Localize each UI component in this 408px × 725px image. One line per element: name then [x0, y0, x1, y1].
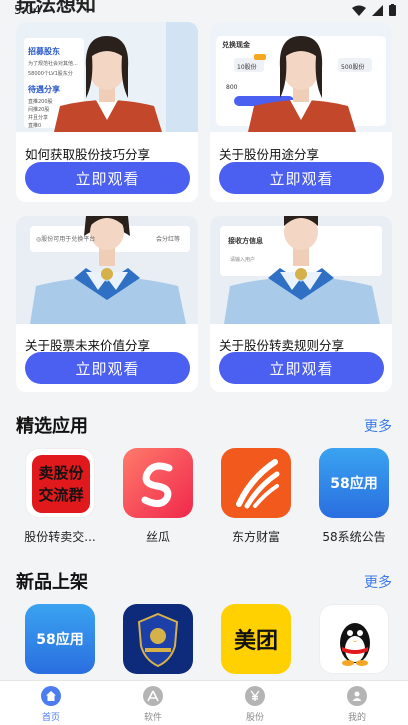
58-app-icon[interactable]: 58应用 — [25, 604, 95, 674]
app-item[interactable] — [110, 604, 206, 674]
app-item[interactable]: 美团 — [208, 604, 304, 674]
app-item[interactable]: 58应用 58系统公告 — [306, 448, 402, 545]
status-icons — [352, 4, 396, 16]
status-time: 5:04 — [14, 3, 41, 17]
icon-text: 卖股份 — [38, 464, 84, 482]
video-card[interactable]: 接收方信息 请输入用户 关于股份转卖规则分享 立即观看 — [210, 216, 392, 392]
wifi-icon — [352, 5, 366, 16]
status-bar: 5:04 — [0, 0, 408, 22]
tab-label: 软件 — [143, 713, 162, 723]
tab-home[interactable]: 首页 — [0, 681, 102, 725]
thumbnail-text: 待遇分享 — [28, 85, 60, 94]
tab-label: 我的 — [347, 713, 366, 723]
thumbnail-text: 直推0 — [28, 123, 42, 129]
signal-icon — [372, 4, 383, 16]
watch-now-button[interactable]: 立即观看 — [219, 352, 384, 384]
tab-label: 首页 — [41, 713, 60, 723]
video-thumbnail[interactable]: 接收方信息 请输入用户 — [210, 216, 392, 324]
bottom-tab-bar: 首页 软件 股份 我的 — [0, 680, 408, 725]
currency-icon — [245, 686, 265, 706]
video-title: 如何获取股份技巧分享 — [25, 147, 151, 162]
more-link[interactable]: 更多 — [364, 572, 392, 592]
watch-now-button[interactable]: 立即观看 — [219, 162, 384, 194]
app-name: 东方财富 — [231, 530, 280, 544]
app-name: 58系统公告 — [322, 530, 386, 544]
app-item[interactable]: 丝瓜 — [110, 448, 206, 545]
featured-section-header: 精选应用 更多 — [16, 412, 392, 438]
tab-profile[interactable]: 我的 — [306, 681, 408, 725]
video-thumbnail[interactable]: 兑换现金 10股份 500股份 800 — [210, 22, 392, 132]
thumbnail-text: 为了规范社会对其他... — [28, 61, 78, 67]
video-card[interactable]: ◎股份可用于兑换平台 会分红等 关于股票未来价值分享 立即观看 — [16, 216, 198, 392]
app-item[interactable] — [306, 604, 402, 674]
tab-label: 股份 — [245, 713, 264, 723]
app-item[interactable]: 卖股份 交流群 股份转卖交... — [12, 448, 108, 545]
thumbnail-text: 并且分享 — [28, 115, 49, 121]
sigua-icon[interactable] — [123, 448, 193, 518]
app-item[interactable]: 东方财富 — [208, 448, 304, 545]
thumbnail-text: 58000个LV1股东分 — [28, 71, 73, 77]
eastmoney-icon[interactable] — [221, 448, 291, 518]
tab-software[interactable]: 软件 — [102, 681, 204, 725]
thumbnail-text: 间推20股 — [28, 107, 50, 113]
tab-shares[interactable]: 股份 — [204, 681, 306, 725]
battery-icon — [389, 4, 396, 16]
thumbnail-text: 直推200股 — [28, 99, 53, 105]
section-title: 精选应用 — [16, 416, 88, 437]
thumbnail-text: ◎股份可用于兑换平台 — [36, 236, 96, 243]
watch-now-button[interactable]: 立即观看 — [25, 352, 190, 384]
thumbnail-text: 500股份 — [341, 64, 365, 71]
app-name: 丝瓜 — [145, 530, 170, 544]
icon-text: 58应用 — [36, 632, 84, 648]
icon-text: 58应用 — [330, 476, 378, 492]
thumbnail-text: 800 — [226, 84, 238, 91]
qq-penguin-icon[interactable] — [319, 604, 389, 674]
thumbnail-text: 10股份 — [237, 64, 257, 71]
section-title: 新品上架 — [16, 572, 88, 593]
video-thumbnail[interactable]: 招募股东 为了规范社会对其他... 58000个LV1股东分 待遇分享 直推20… — [16, 22, 198, 132]
thumbnail-text: 兑换现金 — [222, 41, 250, 49]
more-link[interactable]: 更多 — [364, 416, 392, 436]
thumbnail-text: 接收方信息 — [228, 237, 263, 245]
meituan-icon[interactable]: 美团 — [221, 604, 291, 674]
police-badge-icon[interactable] — [123, 604, 193, 674]
home-icon — [41, 686, 61, 706]
new-apps-section-header: 新品上架 更多 — [16, 568, 392, 594]
stock-trade-group-icon[interactable]: 卖股份 交流群 — [25, 448, 95, 518]
video-card[interactable]: 兑换现金 10股份 500股份 800 关于股份用途分享 立即观看 — [210, 22, 392, 202]
video-card[interactable]: 招募股东 为了规范社会对其他... 58000个LV1股东分 待遇分享 直推20… — [16, 22, 198, 202]
app-name: 股份转卖交... — [24, 530, 96, 544]
video-title: 关于股份用途分享 — [219, 147, 320, 162]
app-item[interactable]: 58应用 — [12, 604, 108, 674]
thumbnail-text: 请输入用户 — [230, 257, 256, 263]
app-store-icon — [143, 686, 163, 706]
video-thumbnail[interactable]: ◎股份可用于兑换平台 会分红等 — [16, 216, 198, 324]
58-app-icon[interactable]: 58应用 — [319, 448, 389, 518]
icon-text: 交流群 — [38, 486, 84, 504]
thumbnail-text: 招募股东 — [28, 47, 60, 56]
watch-now-button[interactable]: 立即观看 — [25, 162, 190, 194]
icon-text: 美团 — [233, 629, 278, 654]
user-icon — [347, 686, 367, 706]
thumbnail-text: 会分红等 — [156, 236, 181, 243]
